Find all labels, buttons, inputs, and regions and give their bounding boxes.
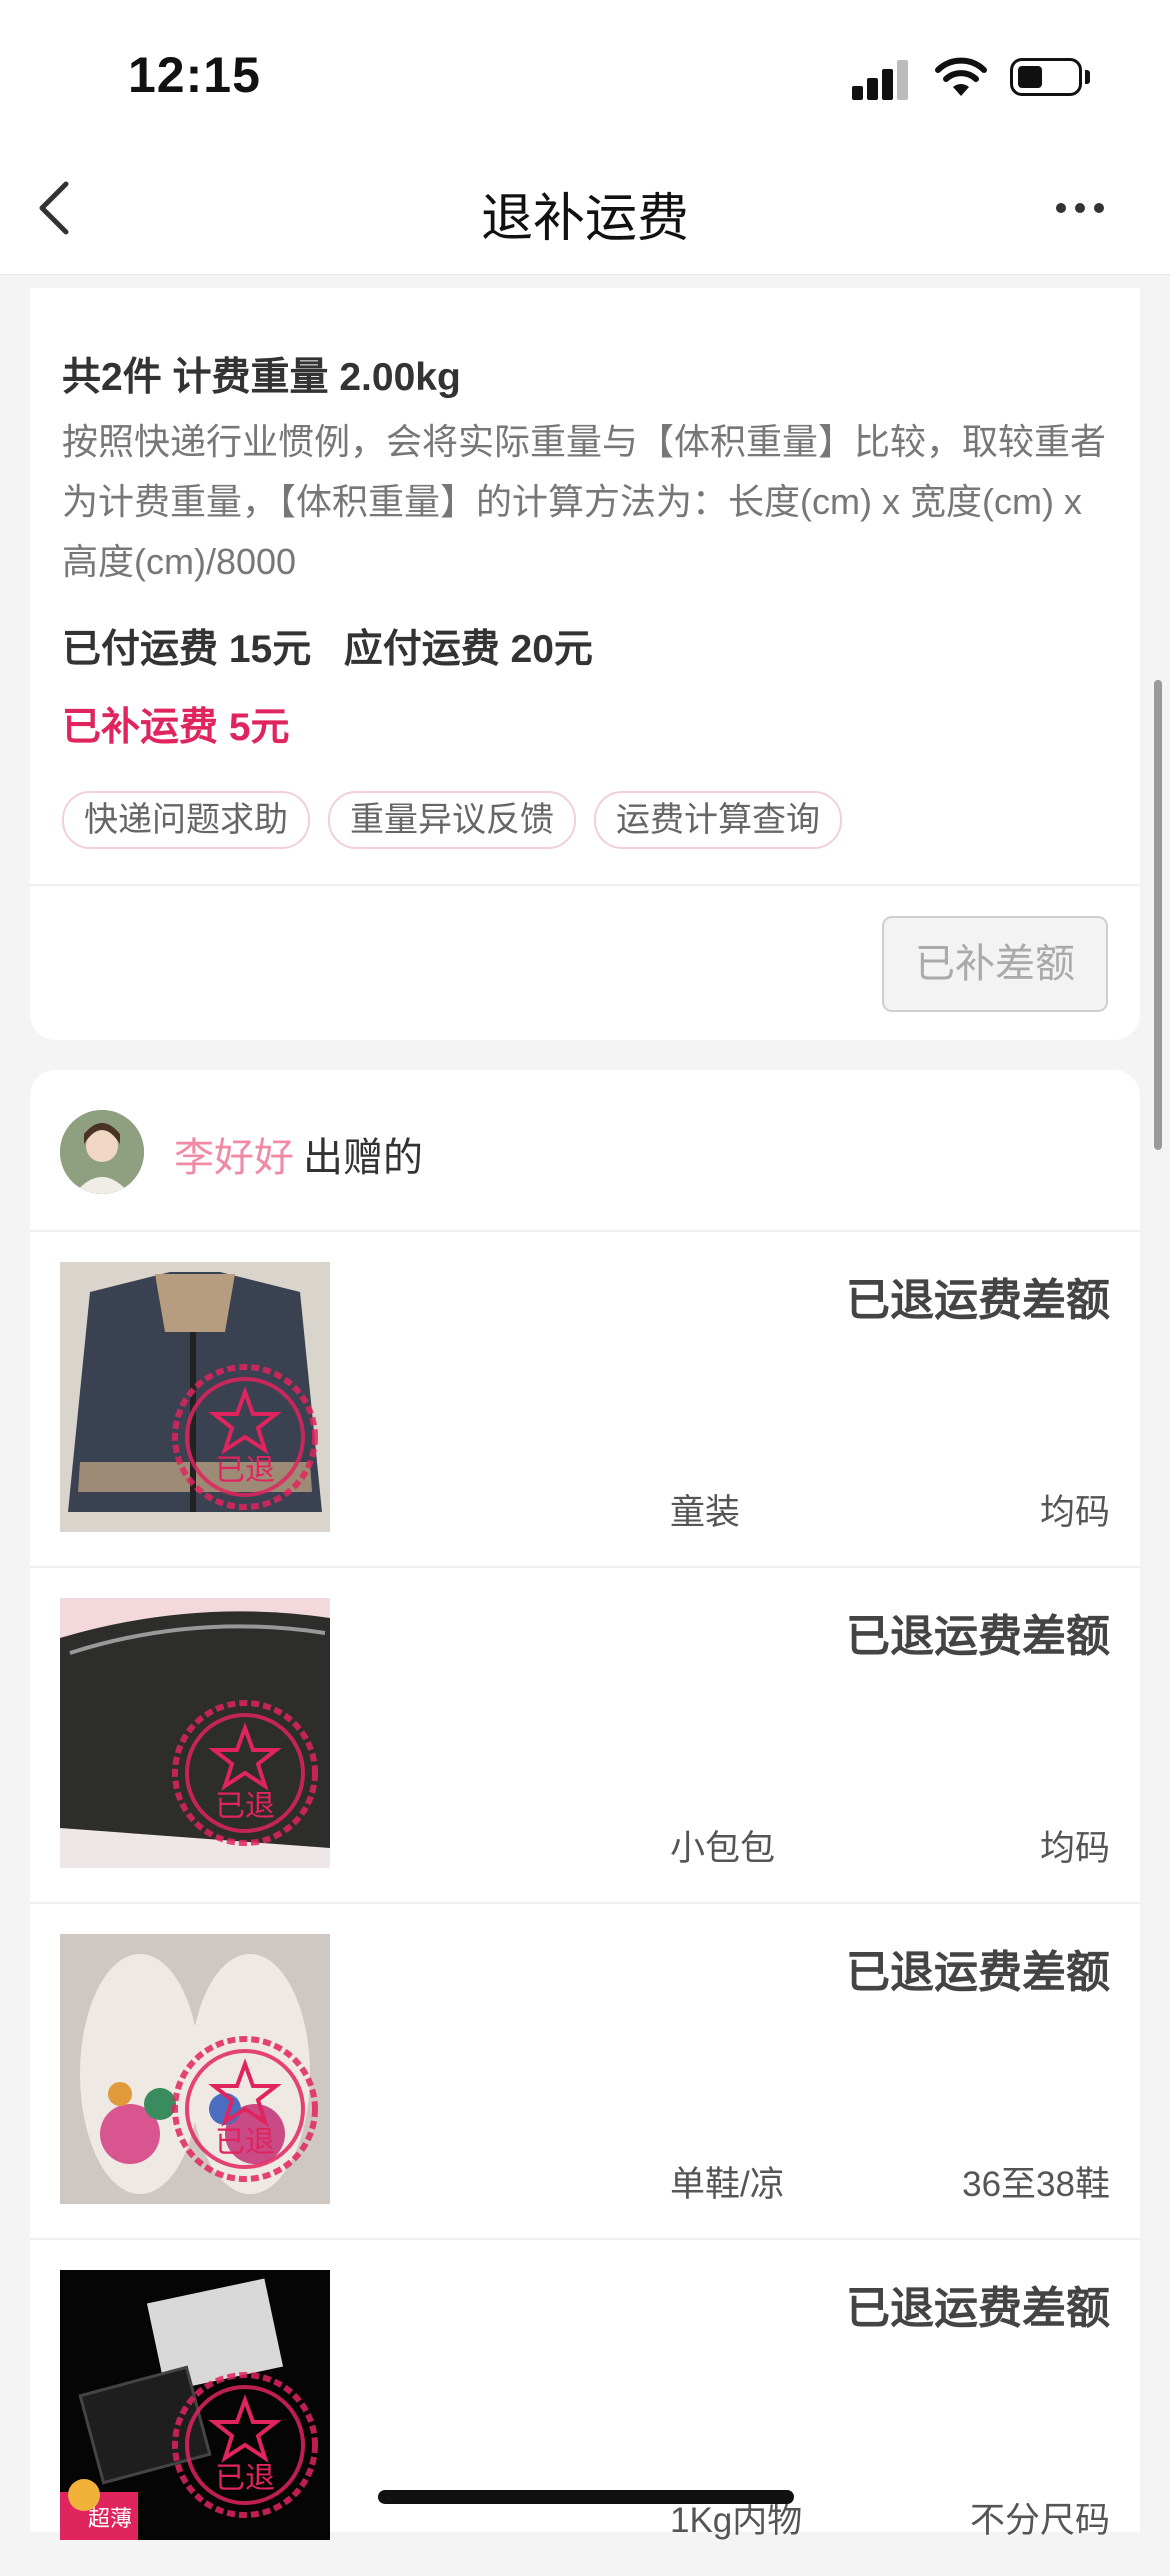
page-title: 退补运费 [480,190,689,248]
tag-express-help[interactable]: 快递问题求助 [62,791,310,849]
stamp-text: 已退 [215,1789,275,1824]
home-indicator[interactable] [378,2490,794,2504]
returned-stamp-icon: 已退 [172,1364,318,1510]
stamp-text: 已退 [215,1453,275,1488]
list-item[interactable]: 已退 已退运费差额 童装 均码 [30,1230,1140,1568]
item-status: 已退运费差额 [846,1948,1110,1997]
item-size: 均码 [1039,1493,1110,1532]
badge-text: 超薄 [88,2507,132,2532]
battery-icon [1010,58,1082,96]
status-time: 12:15 [128,47,261,103]
item-category: 小包包 [670,1829,776,1868]
shipping-summary: 共2件 计费重量 2.00kg [62,356,461,399]
item-category: 单鞋/凉 [670,2165,785,2204]
returned-stamp-icon: 已退 [172,1700,318,1846]
item-category: 童装 [670,1493,741,1532]
returned-stamp-icon: 已退 [172,2372,318,2518]
status-bar: 12:15 [0,0,1170,150]
tag-weight-dispute[interactable]: 重量异议反馈 [328,791,576,849]
shipping-card: 共2件 计费重量 2.00kg 按照快递行业惯例，会将实际重量与【体积重量】比较… [30,288,1140,1040]
list-item[interactable]: 已退 已退运费差额 小包包 均码 [30,1566,1140,1904]
item-size: 均码 [1039,1829,1110,1868]
nav-bar: 退补运费 [0,150,1170,275]
donor-name[interactable]: 李好好 [174,1125,294,1183]
more-icon[interactable] [1050,198,1110,218]
stamp-text: 已退 [215,2461,275,2496]
item-size: 不分尺码 [969,2501,1110,2540]
item-image: 已退 [60,1598,330,1868]
item-size: 36至38鞋 [962,2165,1110,2204]
tag-fee-query[interactable]: 运费计算查询 [594,791,842,849]
divider [30,884,1140,886]
paid-difference-button[interactable]: 已补差额 [882,916,1108,1012]
shipping-extra-paid: 已补运费 5元 [62,706,290,749]
item-status: 已退运费差额 [846,1612,1110,1661]
item-image: 已退 [60,1934,330,2204]
scrollbar[interactable] [1154,680,1162,1150]
help-tags: 快递问题求助 重量异议反馈 运费计算查询 [62,791,842,849]
item-image: 超薄 已退 [60,2270,330,2540]
item-status: 已退运费差额 [846,1276,1110,1325]
donor-row: 李好好 出赠的 [30,1070,1140,1230]
item-status: 已退运费差额 [846,2284,1110,2333]
avatar[interactable] [60,1110,144,1194]
returned-stamp-icon: 已退 [172,2036,318,2182]
item-image: 已退 [60,1262,330,1532]
wifi-icon [935,57,987,96]
shipping-fees: 已付运费 15元 应付运费 20元 [62,628,593,671]
battery-cap [1085,70,1090,84]
list-item[interactable]: 已退 已退运费差额 单鞋/凉 36至38鞋 [30,1902,1140,2240]
cellular-signal-icon [852,58,912,100]
donation-card: 李好好 出赠的 已退 已退运费差额 童装 均码 已退 已退运费差额 小包包 均码… [30,1070,1140,2540]
stamp-text: 已退 [215,2125,275,2160]
shipping-description: 按照快递行业惯例，会将实际重量与【体积重量】比较，取较重者为计费重量，【体积重量… [62,421,1107,582]
donor-suffix: 出赠的 [303,1136,423,1180]
list-item[interactable]: 超薄 已退 已退运费差额 1Kg内物 不分尺码 [30,2238,1140,2576]
